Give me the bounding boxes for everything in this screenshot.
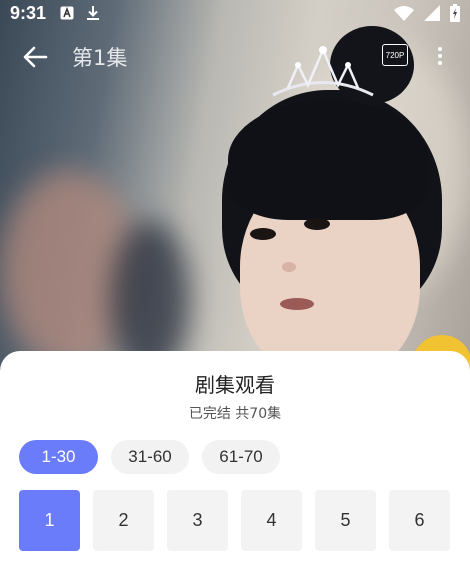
girl-mouth [280,298,314,310]
wifi-icon [394,6,414,21]
cell-signal-icon [424,5,440,21]
range-tab[interactable]: 31-60 [111,440,189,474]
player-toolbar: 第1集 720P [0,36,470,78]
a-notification-icon [60,6,74,20]
episode-button[interactable]: 1 [19,490,80,551]
sheet-subtitle: 已完结 共70集 [188,406,282,422]
more-dot-icon [438,47,442,51]
episode-title: 第1集 [72,46,128,70]
back-button[interactable] [18,40,52,74]
arrow-left-icon [23,46,48,68]
episode-button[interactable]: 4 [241,490,302,551]
episode-button[interactable]: 5 [315,490,376,551]
more-options-button[interactable] [430,42,450,70]
girl-eye [304,218,330,230]
episode-range-tabs: 1-30 31-60 61-70 [19,440,280,474]
episode-button[interactable]: 2 [93,490,154,551]
episode-button[interactable]: 6 [389,490,450,551]
girl-nose [282,262,296,272]
episode-button[interactable]: 3 [167,490,228,551]
battery-icon [450,4,460,22]
episode-sheet: 剧集观看 已完结 共70集 1-30 31-60 61-70 1 2 3 4 5… [0,351,470,565]
girl-eye [250,228,276,240]
sheet-title: 剧集观看 [195,373,275,397]
episode-grid: 1 2 3 4 5 6 [19,490,450,551]
download-icon [87,6,100,20]
status-time: 9:31 [10,2,47,23]
status-bar: 9:31 [0,0,470,26]
range-tab[interactable]: 1-30 [19,440,98,474]
quality-button[interactable]: 720P [382,44,408,66]
more-dot-icon [438,54,442,58]
girl-bangs [228,100,428,220]
range-tab[interactable]: 61-70 [202,440,280,474]
more-dot-icon [438,61,442,65]
